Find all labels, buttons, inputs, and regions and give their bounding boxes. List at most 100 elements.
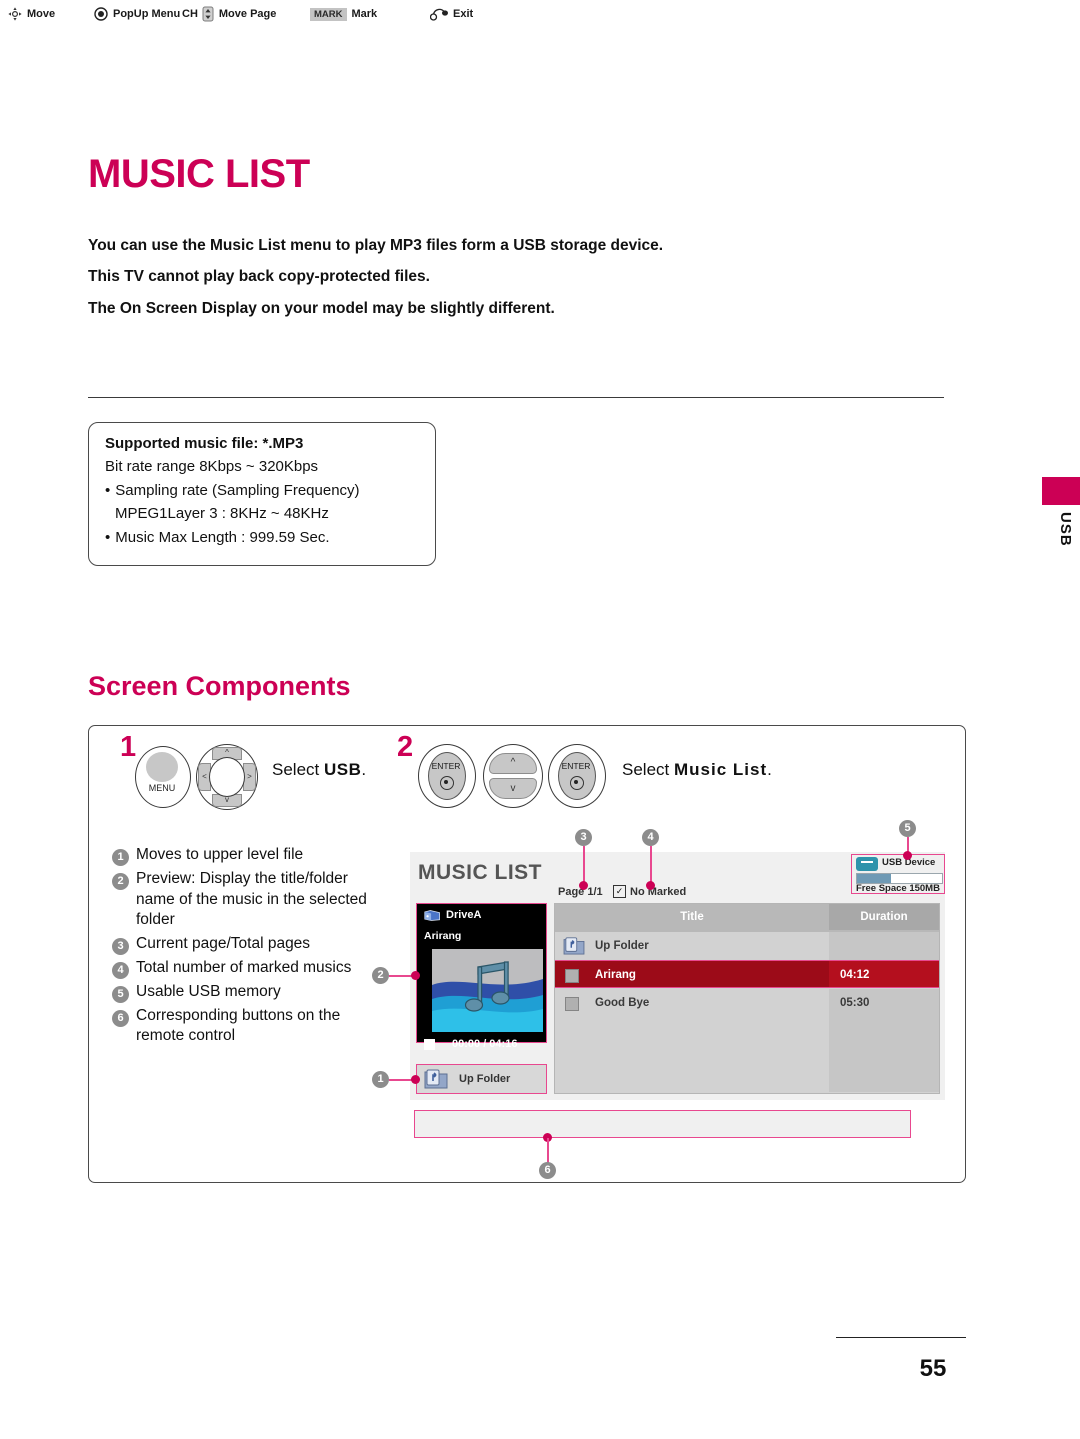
nav-pad-center xyxy=(209,757,245,797)
intro-line-2: This TV cannot play back copy-protected … xyxy=(88,268,430,286)
spec-bitrate: Bit rate range 8Kbps ~ 320Kbps xyxy=(105,458,319,475)
legend-badge: 4 xyxy=(112,961,129,979)
legend-label: Total number of marked musics xyxy=(136,958,352,976)
step-1-instruction: Select USB. xyxy=(272,760,366,780)
key-hint-label: Move Page xyxy=(218,8,277,20)
enter-circle-icon xyxy=(94,7,108,21)
key-hint-label: PopUp Menu xyxy=(113,8,181,20)
legend-item: 5 Usable USB memory xyxy=(112,982,374,1003)
menu-button-label: MENU xyxy=(148,783,176,793)
key-hint-popup-menu: PopUp Menu xyxy=(94,0,180,28)
legend-label: Current page/Total pages xyxy=(136,934,311,952)
component-legend-list: 1 Moves to upper level file 2 Preview: D… xyxy=(112,845,374,1050)
preview-song-name: Arirang xyxy=(424,930,462,942)
legend-badge: 1 xyxy=(112,849,129,866)
step-1-target: USB xyxy=(323,760,362,779)
enter-button-label-1: ENTER xyxy=(431,761,461,771)
callout-connector-3 xyxy=(583,846,585,886)
step-2-prefix: Select xyxy=(622,760,674,779)
step-2-suffix: . xyxy=(767,760,772,779)
legend-label: Preview: Display the title/folder name o… xyxy=(136,870,367,929)
side-tab-marker xyxy=(1042,477,1080,505)
legend-badge: 3 xyxy=(112,937,129,955)
table-header-row: Duration Title xyxy=(555,904,939,932)
row-duration-cell-bg xyxy=(829,1066,939,1092)
usb-icon xyxy=(856,857,878,871)
legend-badge: 5 xyxy=(112,985,129,1003)
key-hint-label: Exit xyxy=(453,8,474,20)
row-title: Up Folder xyxy=(595,940,649,952)
row-duration-cell-bg xyxy=(829,932,939,960)
row-duration: 04:12 xyxy=(840,969,870,981)
row-duration-cell-bg xyxy=(829,1017,939,1045)
mark-chip-icon: MARK xyxy=(310,7,347,21)
row-title: Arirang xyxy=(595,969,636,981)
stop-icon xyxy=(424,1039,435,1050)
exit-icon xyxy=(430,8,448,21)
horizontal-divider xyxy=(88,397,944,398)
legend-item: 4 Total number of marked musics xyxy=(112,958,374,979)
legend-item: 6 Corresponding buttons on the remote co… xyxy=(112,1006,374,1047)
marked-checkbox-icon[interactable]: ✓ xyxy=(613,885,626,898)
callout-badge-2: 2 xyxy=(372,967,389,984)
enter-dot-icon-1 xyxy=(440,776,454,790)
row-title: Good Bye xyxy=(595,997,650,1009)
spec-max-length: Music Max Length : 999.59 Sec. xyxy=(105,528,421,548)
preview-drive-name: DriveA xyxy=(446,909,482,921)
callout-badge-3: 3 xyxy=(575,829,592,846)
step-1-number: 1 xyxy=(120,731,137,763)
column-header-duration: Duration xyxy=(829,904,939,930)
key-hint-prefix: CH xyxy=(182,8,198,20)
dpad-icon xyxy=(8,7,22,21)
table-row[interactable]: Up Folder xyxy=(555,932,939,960)
callout-connector-4 xyxy=(650,846,652,886)
music-file-table: Duration Title Up Folder Arirang 04:12 G… xyxy=(554,903,940,1094)
table-row-empty xyxy=(555,1066,939,1092)
table-row-empty xyxy=(555,1017,939,1045)
osd-title: MUSIC LIST xyxy=(418,861,542,884)
legend-label: Corresponding buttons on the remote cont… xyxy=(136,1006,341,1045)
callout-badge-1: 1 xyxy=(372,1071,389,1088)
usb-free-space-label: Free Space 150MB xyxy=(856,883,940,894)
table-row[interactable]: Arirang 04:12 xyxy=(555,960,939,988)
table-row[interactable]: Good Bye 05:30 xyxy=(555,989,939,1017)
up-folder-button-label: Up Folder xyxy=(459,1073,511,1085)
row-mark-checkbox[interactable] xyxy=(565,969,579,983)
callout-dot-2 xyxy=(411,971,420,980)
callout-dot-1 xyxy=(411,1075,420,1084)
album-art-music-note-icon xyxy=(432,949,543,1032)
intro-line-1: You can use the Music List menu to play … xyxy=(88,237,664,254)
enter-button-label-2: ENTER xyxy=(561,761,591,771)
step-2-number: 2 xyxy=(397,731,414,763)
updown-down-arrow-icon: v xyxy=(489,778,537,799)
intro-line-3: The On Screen Display on your model may … xyxy=(88,299,555,317)
page-title: MUSIC LIST xyxy=(88,152,310,196)
legend-badge: 6 xyxy=(112,1009,129,1027)
spec-sampling-detail: MPEG1Layer 3 : 8KHz ~ 48KHz xyxy=(115,505,329,522)
column-header-title: Title xyxy=(680,911,704,923)
up-folder-icon xyxy=(424,1069,448,1089)
screen-components-heading: Screen Components xyxy=(88,671,351,701)
callout-badge-4: 4 xyxy=(642,829,659,846)
preview-time: 00:00 / 04:16 xyxy=(452,1038,518,1050)
legend-item: 2 Preview: Display the title/folder name… xyxy=(112,869,374,931)
usb-capacity-fill xyxy=(857,874,891,883)
osd-key-hint-bar xyxy=(414,1110,911,1138)
spec-sampling-rate: Sampling rate (Sampling Frequency) xyxy=(105,481,421,501)
row-mark-checkbox[interactable] xyxy=(565,997,579,1011)
step-2-target: Music List xyxy=(673,760,768,779)
callout-badge-6: 6 xyxy=(539,1162,556,1179)
menu-button-cap-icon xyxy=(146,752,178,782)
intro-text: You can use the Music List menu to play … xyxy=(88,236,788,330)
key-hint-exit: Exit xyxy=(430,0,473,28)
key-hint-mark: MARK Mark xyxy=(310,0,377,28)
key-hint-move-page: CH Move Page xyxy=(182,0,276,28)
callout-dot-3 xyxy=(579,881,588,890)
osd-marked-status: No Marked xyxy=(630,886,687,898)
key-hint-label: Move xyxy=(27,8,56,20)
legend-badge: 2 xyxy=(112,873,129,890)
drive-folder-icon xyxy=(424,910,440,921)
up-folder-icon xyxy=(563,937,585,955)
manual-page: USB MUSIC LIST You can use the Music Lis… xyxy=(0,0,1080,1439)
spec-header: Supported music file: *.MP3 xyxy=(105,435,304,452)
